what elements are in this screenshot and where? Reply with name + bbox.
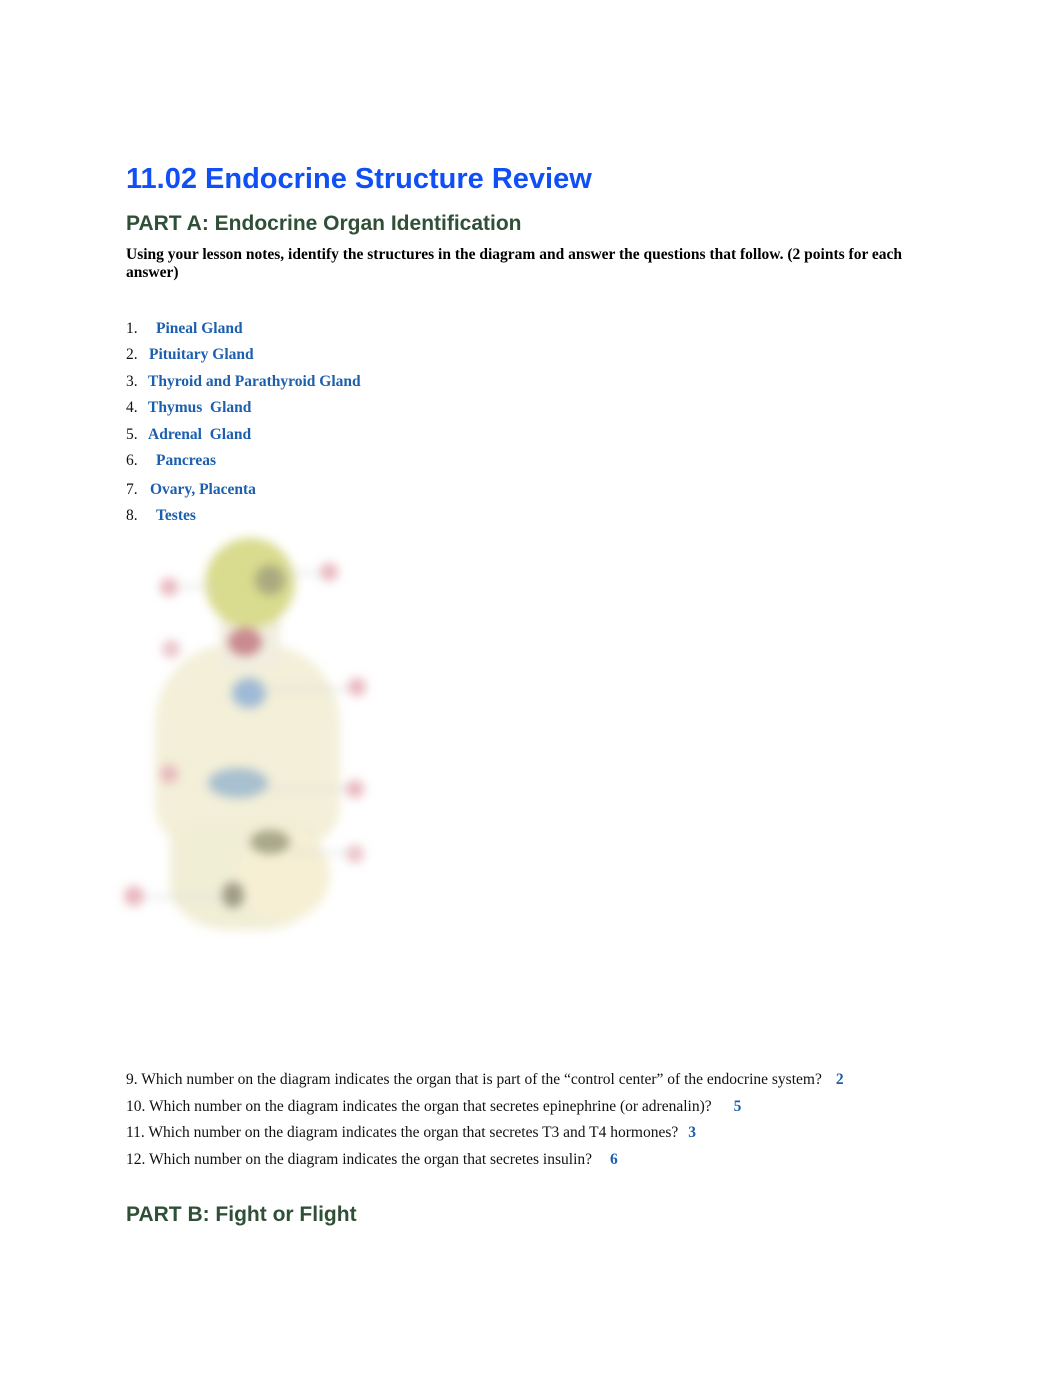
diagram-label-marker: [346, 845, 364, 863]
diagram-label-marker: [346, 780, 364, 798]
question-answer: 3: [688, 1124, 696, 1141]
answer-item: 4. Thymus Gland: [126, 399, 251, 417]
diagram-label-marker: [348, 678, 366, 696]
question-item: 9. Which number on the diagram indicates…: [126, 1071, 844, 1089]
diagram-leader-line: [290, 852, 348, 854]
question-item: 12. Which number on the diagram indicate…: [126, 1151, 618, 1169]
answer-text: Ovary, Placenta: [150, 481, 256, 498]
diagram-adrenal: [208, 768, 268, 798]
part-a-heading: PART A: Endocrine Organ Identification: [126, 212, 522, 235]
answer-item: 8. Testes: [126, 507, 196, 525]
diagram-torso: [155, 645, 340, 845]
answer-text: Testes: [156, 507, 196, 524]
answer-item: 6. Pancreas: [126, 452, 216, 470]
answer-number: 7.: [126, 481, 138, 498]
answer-number: 2.: [126, 346, 138, 363]
answer-text: Thymus Gland: [148, 399, 252, 416]
answer-number: 3.: [126, 373, 138, 390]
answer-item: 1. Pineal Gland: [126, 320, 243, 338]
answer-text: Adrenal Gland: [148, 426, 252, 443]
diagram-testes: [222, 882, 244, 908]
answer-item: 7. Ovary, Placenta: [126, 481, 256, 499]
diagram-pineal: [255, 565, 285, 595]
answer-text: Pancreas: [156, 452, 216, 469]
diagram-leader-line: [175, 586, 215, 588]
document-title: 11.02 Endocrine Structure Review: [126, 163, 592, 195]
diagram-thyroid: [228, 628, 262, 656]
part-b-heading: PART B: Fight or Flight: [126, 1203, 357, 1226]
question-item: 11. Which number on the diagram indicate…: [126, 1124, 696, 1142]
answer-item: 3. Thyroid and Parathyroid Gland: [126, 373, 361, 391]
answer-item: 5. Adrenal Gland: [126, 426, 251, 444]
diagram-label-marker: [124, 886, 144, 906]
instructions-text: Using your lesson notes, identify the st…: [126, 246, 903, 281]
answer-number: 8.: [126, 507, 138, 524]
diagram-leader-line: [142, 896, 224, 898]
diagram-label-marker: [160, 765, 178, 783]
question-text: 9. Which number on the diagram indicates…: [126, 1071, 822, 1088]
diagram-pancreas: [250, 830, 290, 854]
diagram-leader-line: [265, 788, 347, 790]
diagram-leader-line: [285, 572, 323, 574]
diagram-label-marker: [162, 640, 180, 658]
diagram-thymus: [232, 678, 266, 708]
answer-number: 6.: [126, 452, 138, 469]
endocrine-diagram: [110, 530, 390, 940]
answer-text: Pineal Gland: [156, 320, 243, 337]
question-answer: 2: [835, 1071, 844, 1088]
diagram-leader-line: [260, 688, 348, 690]
question-item: 10. Which number on the diagram indicate…: [126, 1098, 741, 1116]
answer-number: 4.: [126, 399, 138, 416]
question-text: 12. Which number on the diagram indicate…: [126, 1151, 593, 1168]
question-text: 10. Which number on the diagram indicate…: [126, 1098, 712, 1115]
answer-number: 1.: [126, 320, 138, 337]
question-text: 11. Which number on the diagram indicate…: [126, 1124, 679, 1141]
answer-text: Thyroid and Parathyroid Gland: [148, 373, 361, 390]
answer-text: Pituitary Gland: [149, 346, 254, 363]
question-answer: 5: [733, 1098, 742, 1115]
question-answer: 6: [610, 1151, 618, 1168]
answer-item: 2. Pituitary Gland: [126, 346, 254, 364]
answer-number: 5.: [126, 426, 138, 443]
